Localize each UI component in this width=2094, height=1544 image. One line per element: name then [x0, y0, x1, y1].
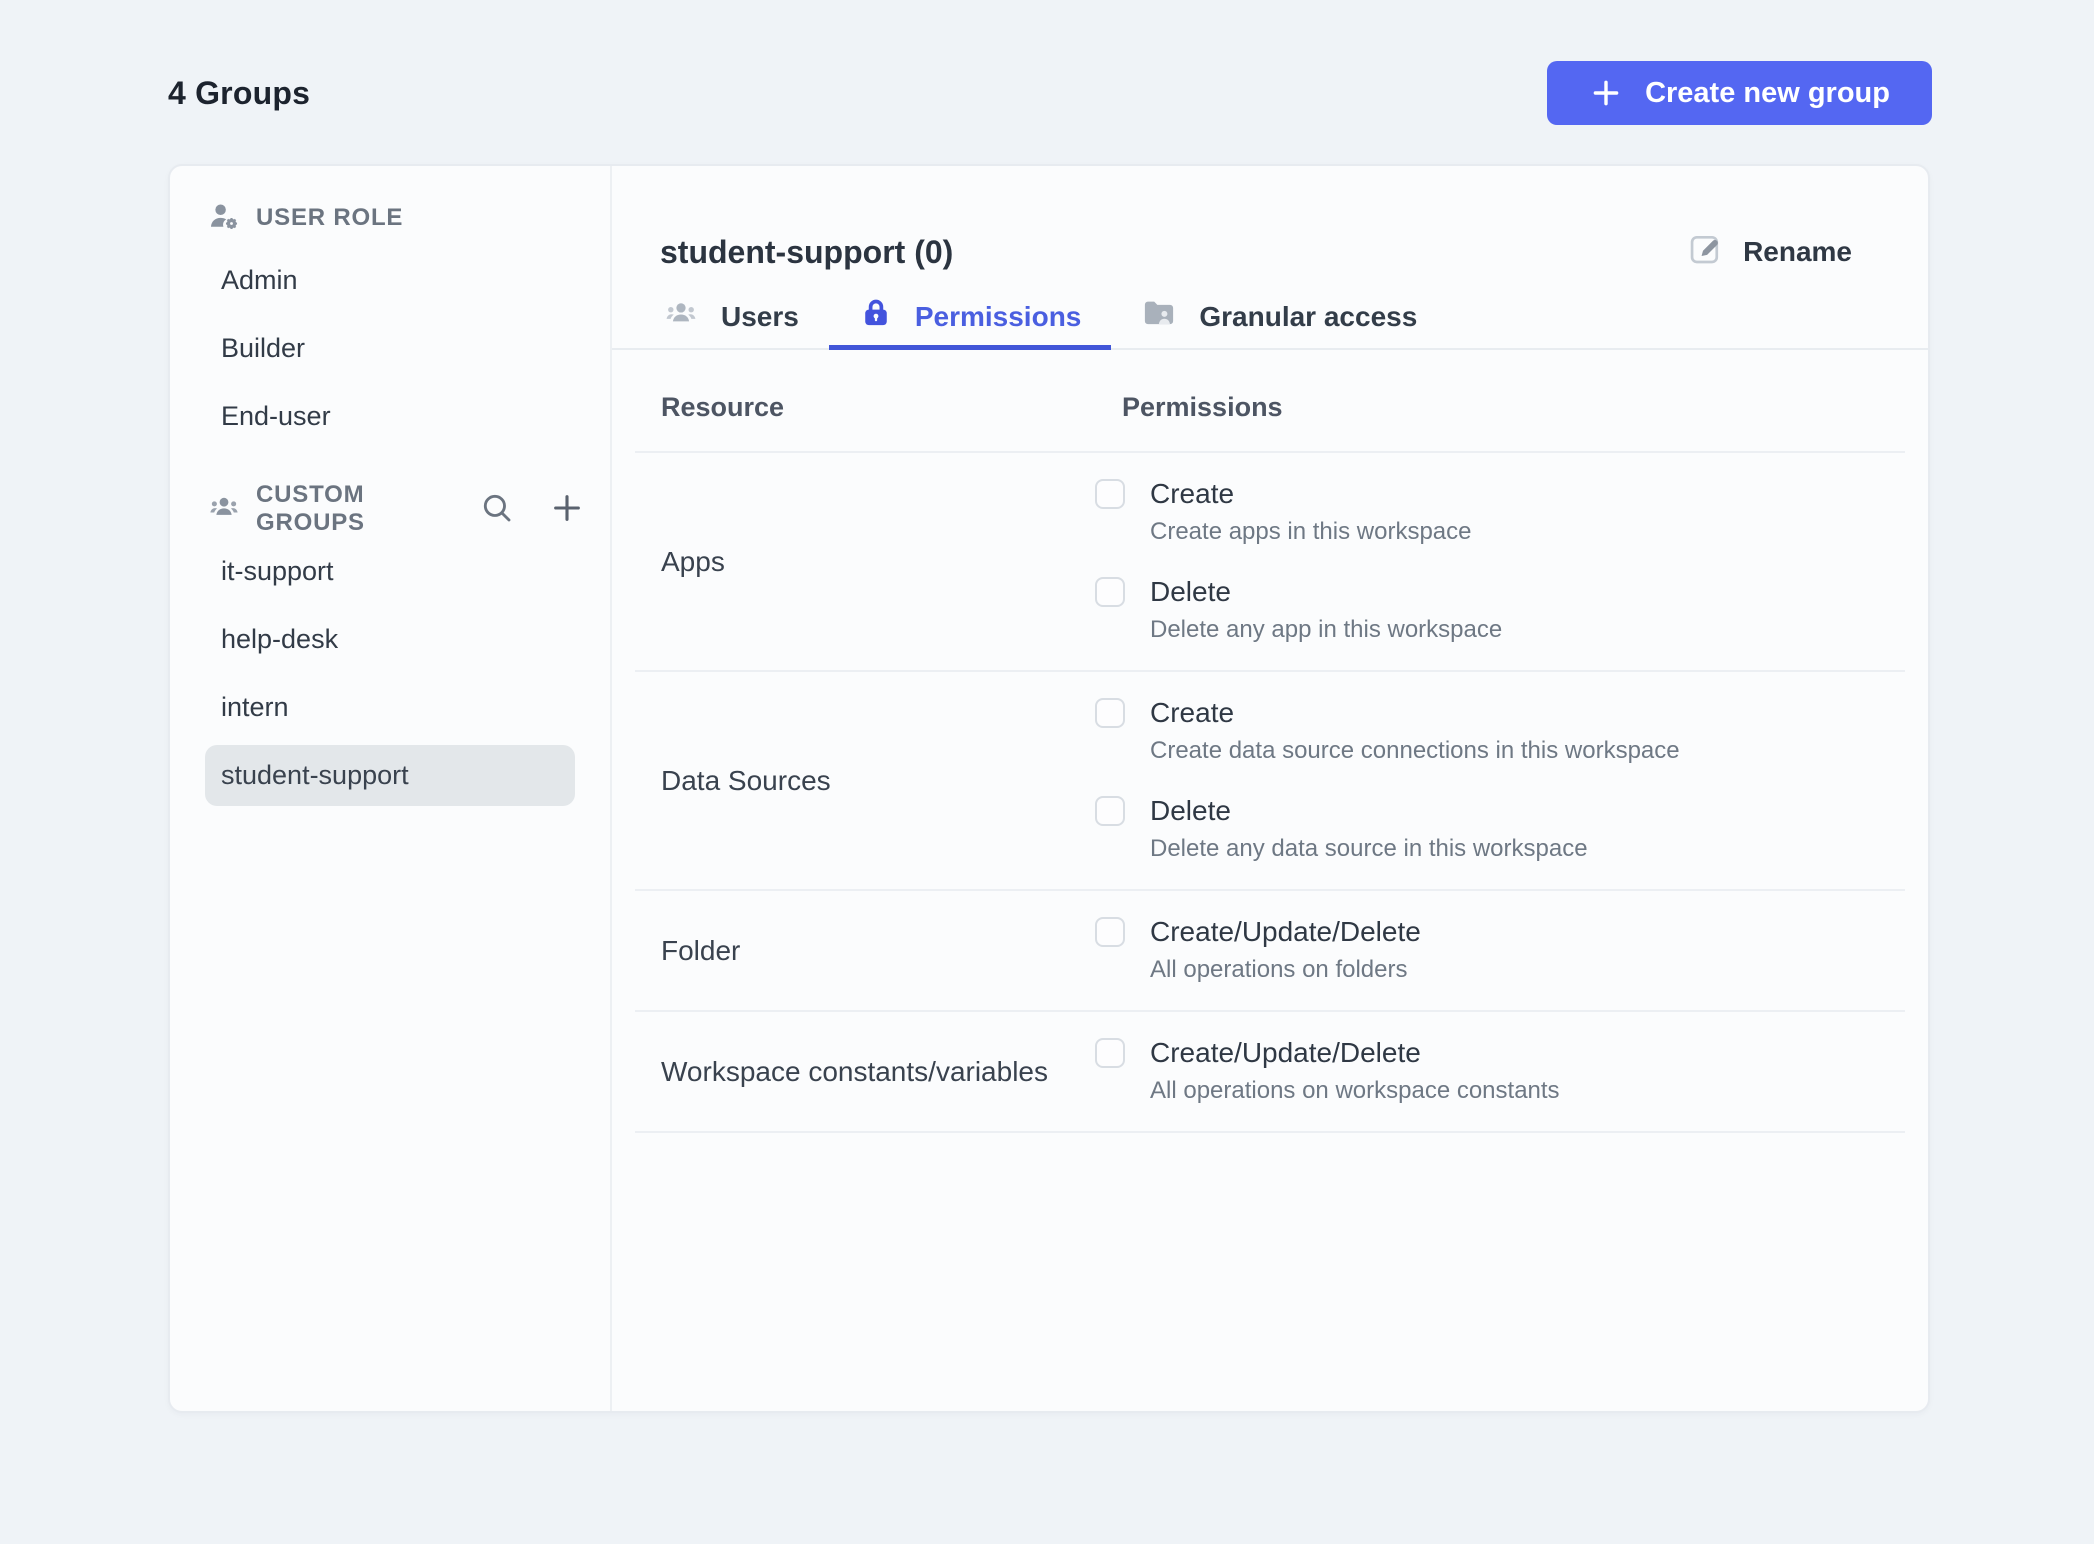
sidebar-item-label: Builder	[221, 333, 306, 363]
user-gear-icon	[207, 199, 241, 238]
resource-label: Workspace constants/variables	[661, 1055, 1048, 1087]
user-role-section-header: USER ROLE	[207, 200, 584, 236]
tab-bar: Users Permissions Granular access	[612, 288, 1928, 350]
permission-label: Create/Update/Delete	[1150, 916, 1421, 947]
checkbox-apps-create[interactable]	[1095, 479, 1125, 509]
sidebar: USER ROLE Admin Builder End-user CUSTOM …	[170, 166, 612, 1411]
permission-description: All operations on workspace constants	[1150, 1077, 1560, 1104]
sidebar-item-label: intern	[221, 692, 289, 722]
groups-card: USER ROLE Admin Builder End-user CUSTOM …	[168, 164, 1930, 1413]
permission-item: Delete Delete any app in this workspace	[1095, 577, 1905, 644]
permission-label: Create	[1150, 478, 1235, 509]
user-role-list: Admin Builder End-user	[170, 250, 610, 447]
permission-description: Create apps in this workspace	[1150, 518, 1472, 545]
sidebar-item-admin[interactable]: Admin	[205, 250, 575, 311]
permission-item: Create Create apps in this workspace	[1095, 479, 1905, 546]
table-row-apps: Apps Create Create apps in this workspac…	[635, 453, 1905, 672]
checkbox-folder-cud[interactable]	[1095, 917, 1125, 947]
tab-label: Granular access	[1199, 300, 1418, 332]
groups-page: 4 Groups Create new group USER ROLE Admi…	[168, 60, 1932, 1413]
create-new-group-label: Create new group	[1645, 76, 1890, 109]
sidebar-item-label: Admin	[221, 265, 298, 295]
permission-label: Delete	[1150, 576, 1231, 607]
users-icon	[663, 295, 699, 338]
permission-label: Delete	[1150, 795, 1231, 826]
permission-item: Create/Update/Delete All operations on w…	[1095, 1038, 1905, 1105]
permission-description: Delete any app in this workspace	[1150, 616, 1503, 643]
sidebar-item-it-support[interactable]: it-support	[205, 541, 575, 602]
tab-users[interactable]: Users	[633, 288, 829, 350]
table-row-folder: Folder Create/Update/Delete All operatio…	[635, 891, 1905, 1012]
resource-label: Data Sources	[661, 764, 831, 796]
plus-icon	[550, 491, 584, 528]
add-group-button[interactable]	[550, 491, 584, 528]
sidebar-item-help-desk[interactable]: help-desk	[205, 609, 575, 670]
rename-button[interactable]: Rename	[1687, 230, 1852, 275]
custom-groups-section-header: CUSTOM GROUPS	[207, 481, 584, 536]
group-detail-panel: student-support (0) Rename Users Permiss…	[612, 166, 1928, 1411]
plus-icon	[1589, 76, 1623, 110]
column-header-resource: Resource	[661, 392, 785, 422]
sidebar-item-label: End-user	[221, 401, 331, 431]
user-role-section-title: USER ROLE	[256, 204, 404, 231]
sidebar-item-builder[interactable]: Builder	[205, 318, 575, 379]
column-header-permissions: Permissions	[1122, 392, 1283, 422]
table-header: Resource Permissions	[635, 350, 1905, 453]
tab-label: Users	[721, 300, 799, 332]
tab-granular-access[interactable]: Granular access	[1111, 288, 1447, 350]
custom-groups-list: it-support help-desk intern student-supp…	[170, 541, 610, 806]
permissions-table: Resource Permissions Apps Create Create …	[635, 350, 1905, 1133]
permission-label: Create/Update/Delete	[1150, 1037, 1421, 1068]
custom-groups-section-title: CUSTOM GROUPS	[256, 481, 365, 536]
checkbox-workspace-constants-cud[interactable]	[1095, 1038, 1125, 1068]
group-title: student-support (0)	[660, 233, 954, 270]
permission-label: Create	[1150, 697, 1235, 728]
permission-item: Create Create data source connections in…	[1095, 698, 1905, 765]
lock-icon	[859, 296, 893, 337]
sidebar-item-label: help-desk	[221, 624, 339, 654]
sidebar-item-intern[interactable]: intern	[205, 677, 575, 738]
sidebar-item-label: student-support	[221, 760, 409, 790]
page-title: 4 Groups	[168, 74, 311, 111]
permission-description: Create data source connections in this w…	[1150, 737, 1680, 764]
sidebar-item-student-support[interactable]: student-support	[205, 745, 575, 806]
rename-label: Rename	[1743, 236, 1852, 267]
checkbox-datasources-delete[interactable]	[1095, 796, 1125, 826]
resource-label: Apps	[661, 545, 725, 577]
create-new-group-button[interactable]: Create new group	[1547, 61, 1932, 125]
tab-permissions[interactable]: Permissions	[828, 288, 1112, 350]
sidebar-item-end-user[interactable]: End-user	[205, 386, 575, 447]
topbar: 4 Groups Create new group	[168, 60, 1932, 126]
sidebar-item-label: it-support	[221, 556, 334, 586]
permission-item: Delete Delete any data source in this wo…	[1095, 796, 1905, 863]
tab-label: Permissions	[914, 300, 1082, 332]
edit-icon	[1687, 230, 1725, 275]
checkbox-apps-delete[interactable]	[1095, 577, 1125, 607]
checkbox-datasources-create[interactable]	[1095, 698, 1125, 728]
panel-header: student-support (0) Rename	[612, 166, 1928, 288]
users-icon	[207, 490, 241, 529]
permission-description: Delete any data source in this workspace	[1150, 835, 1588, 862]
permission-item: Create/Update/Delete All operations on f…	[1095, 917, 1905, 984]
table-row-data-sources: Data Sources Create Create data source c…	[635, 672, 1905, 891]
table-row-workspace-constants: Workspace constants/variables Create/Upd…	[635, 1012, 1905, 1133]
permission-description: All operations on folders	[1150, 956, 1408, 983]
search-groups-button[interactable]	[479, 490, 515, 529]
search-icon	[479, 490, 515, 529]
folder-user-icon	[1141, 295, 1177, 338]
resource-label: Folder	[661, 934, 741, 966]
